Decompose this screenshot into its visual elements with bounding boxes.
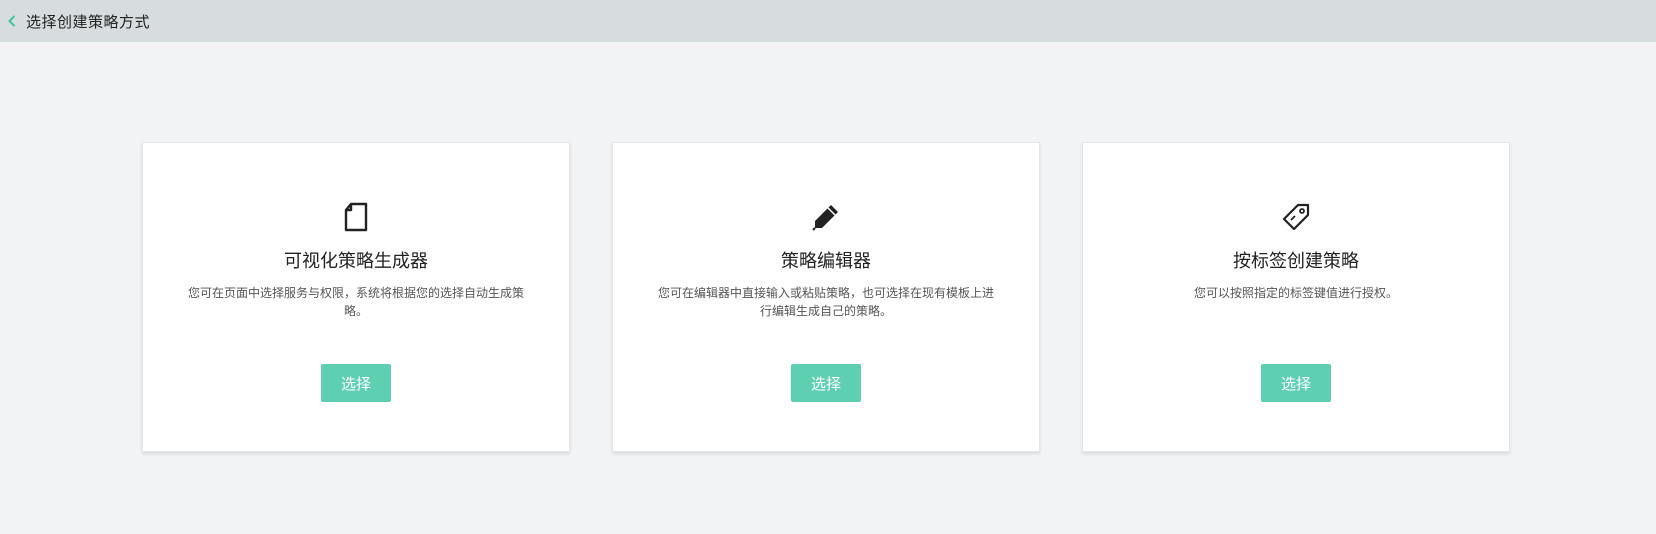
card-visual-generator: 可视化策略生成器 您可在页面中选择服务与权限，系统将根据您的选择自动生成策略。 … bbox=[142, 142, 570, 452]
card-description: 您可在编辑器中直接输入或粘贴策略，也可选择在现有模板上进行编辑生成自己的策略。 bbox=[657, 286, 994, 318]
card-description: 您可以按照指定的标签键值进行授权。 bbox=[1193, 286, 1398, 300]
strategy-options: 可视化策略生成器 您可在页面中选择服务与权限，系统将根据您的选择自动生成策略。 … bbox=[0, 0, 1656, 534]
card-title: 策略编辑器 bbox=[781, 251, 871, 272]
card-title: 可视化策略生成器 bbox=[284, 251, 428, 272]
tag-icon bbox=[1280, 201, 1312, 233]
card-create-by-tag: 按标签创建策略 您可以按照指定的标签键值进行授权。 选择 bbox=[1082, 142, 1510, 452]
pencil-icon bbox=[810, 201, 842, 233]
select-visual-generator-button[interactable]: 选择 bbox=[321, 364, 391, 402]
document-icon bbox=[340, 201, 372, 233]
card-description: 您可在页面中选择服务与权限，系统将根据您的选择自动生成策略。 bbox=[187, 286, 524, 318]
card-policy-editor: 策略编辑器 您可在编辑器中直接输入或粘贴策略，也可选择在现有模板上进行编辑生成自… bbox=[612, 142, 1040, 452]
select-policy-editor-button[interactable]: 选择 bbox=[791, 364, 861, 402]
select-create-by-tag-button[interactable]: 选择 bbox=[1261, 364, 1331, 402]
card-title: 按标签创建策略 bbox=[1233, 251, 1359, 272]
